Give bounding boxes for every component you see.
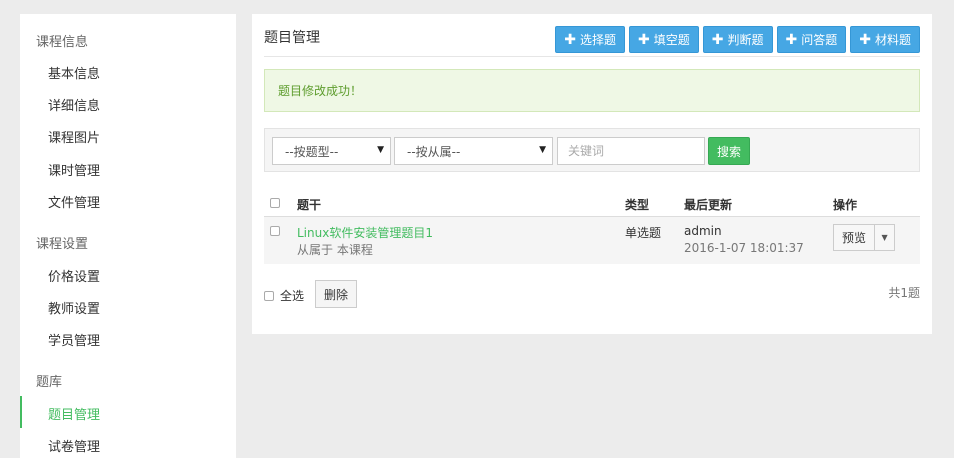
select-all[interactable]: 全选 <box>264 287 304 304</box>
sidebar-group-course-info: 课程信息 <box>36 35 89 50</box>
sidebar-active-indicator <box>20 396 22 428</box>
caret-down-icon[interactable]: ▼ <box>875 224 896 251</box>
add-fill-blank-button[interactable]: ✚ 填空题 <box>629 26 699 53</box>
row-checkbox[interactable] <box>270 226 280 236</box>
sidebar-item-paper-manage[interactable]: 试卷管理 <box>48 436 100 455</box>
belongs-select[interactable]: --按从属-- ▼ <box>394 137 553 165</box>
sidebar-group-course-settings: 课程设置 <box>36 237 89 252</box>
sidebar: 课程信息 基本信息 详细信息 课程图片 课时管理 文件管理 课程设置 价格设置 … <box>20 14 236 458</box>
keyword-input[interactable] <box>557 137 705 165</box>
update-user: admin <box>684 224 722 238</box>
search-button[interactable]: 搜索 <box>708 137 750 165</box>
question-stem-link[interactable]: Linux软件安装管理题目1 <box>297 224 433 241</box>
table-footer: 全选 删除 共1题 <box>264 280 920 308</box>
success-alert: 题目修改成功！ <box>264 69 920 112</box>
sidebar-item-detail-info[interactable]: 详细信息 <box>48 95 100 114</box>
row-action-group: 预览 ▼ <box>833 224 896 251</box>
add-essay-button[interactable]: ✚ 问答题 <box>776 26 847 53</box>
plus-icon: ✚ <box>859 31 871 48</box>
total-count: 共1题 <box>888 286 920 300</box>
plus-icon: ✚ <box>711 31 724 48</box>
question-table: 题干 类型 最后更新 操作 Linux软件安装管理题目1 从属于 本课程 单选题… <box>264 190 920 264</box>
delete-button[interactable]: 删除 <box>315 280 358 308</box>
plus-icon: ✚ <box>785 31 798 48</box>
question-type-select[interactable]: --按题型-- ▼ <box>272 137 391 165</box>
sidebar-item-lesson-manage[interactable]: 课时管理 <box>48 160 100 179</box>
plus-icon: ✚ <box>638 31 650 48</box>
preview-button[interactable]: 预览 <box>833 224 876 251</box>
title-divider <box>264 56 920 57</box>
table-row: Linux软件安装管理题目1 从属于 本课程 单选题 admin 2016-1-… <box>264 217 920 264</box>
header-checkbox[interactable] <box>270 198 280 208</box>
page-title: 题目管理 <box>264 30 320 46</box>
table-header: 题干 类型 最后更新 操作 <box>264 190 920 217</box>
add-choice-button[interactable]: ✚ 选择题 <box>555 26 625 53</box>
select-all-checkbox[interactable] <box>264 290 274 301</box>
sidebar-item-price-settings[interactable]: 价格设置 <box>48 266 100 285</box>
sidebar-item-course-image[interactable]: 课程图片 <box>48 127 100 146</box>
question-type: 单选题 <box>625 226 662 240</box>
header-actions: 操作 <box>833 198 858 212</box>
sidebar-item-file-manage[interactable]: 文件管理 <box>48 192 100 211</box>
filter-bar: --按题型-- ▼ --按从属-- ▼ 搜索 <box>264 128 920 172</box>
add-true-false-button[interactable]: ✚ 判断题 <box>702 26 773 53</box>
add-material-button[interactable]: ✚ 材料题 <box>850 26 920 53</box>
sidebar-item-question-manage[interactable]: 题目管理 <box>48 404 100 423</box>
caret-down-icon: ▼ <box>539 145 546 155</box>
header-type: 类型 <box>625 198 650 212</box>
sidebar-group-question-bank: 题库 <box>36 375 63 390</box>
caret-down-icon: ▼ <box>377 145 384 155</box>
header-updated: 最后更新 <box>684 198 733 212</box>
question-manage-panel: 题目管理 ✚ 选择题 ✚ 填空题 ✚ 判断题 ✚ 问答题 ✚ 材料题 题目修改成功！ --… <box>252 14 932 334</box>
question-belongs: 从属于 本课程 <box>297 243 373 257</box>
header-stem: 题干 <box>297 198 322 212</box>
sidebar-item-teacher-settings[interactable]: 教师设置 <box>48 298 100 317</box>
sidebar-item-basic-info[interactable]: 基本信息 <box>48 63 100 82</box>
update-time: 2016-1-07 18:01:37 <box>684 241 804 255</box>
plus-icon: ✚ <box>564 31 576 48</box>
sidebar-item-student-manage[interactable]: 学员管理 <box>48 330 100 349</box>
add-question-toolbar: ✚ 选择题 ✚ 填空题 ✚ 判断题 ✚ 问答题 ✚ 材料题 <box>555 26 920 53</box>
